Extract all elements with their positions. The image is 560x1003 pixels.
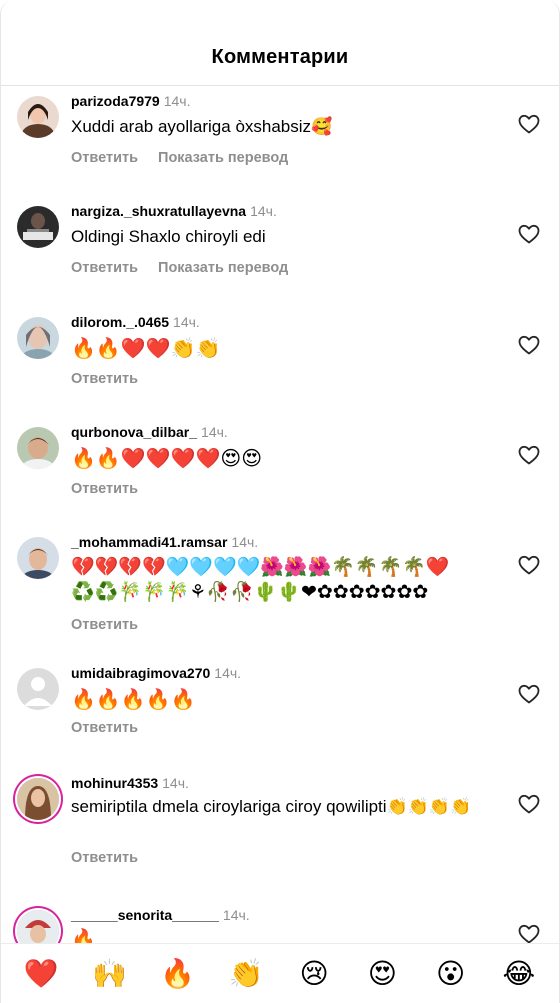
timestamp: 14ч. [163, 93, 191, 109]
reaction-crying[interactable]: 😢 [294, 957, 334, 991]
reply-button[interactable]: Ответить [71, 617, 138, 633]
reaction-heart-eyes[interactable]: 😍 [362, 957, 402, 991]
reply-button[interactable]: Ответить [71, 850, 138, 866]
timestamp: 14ч. [222, 907, 250, 923]
comments-sheet: Комментарии parizoda7979 14ч. Xuddi arab … [0, 0, 560, 1003]
reaction-fire[interactable]: 🔥 [158, 957, 198, 991]
comment-actions: Ответить [71, 720, 158, 736]
like-heart-icon[interactable] [517, 333, 541, 357]
comment-item: parizoda7979 14ч. Xuddi arab ayollariga ò… [1, 92, 559, 192]
timestamp: 14ч. [214, 665, 242, 681]
sheet-header: Комментарии [1, 0, 559, 86]
comment-text: 💔💔💔💔🩵🩵🩵🩵🌺🌺🌺🌴🌴🌴🌴❤️♻️♻️🎋🎋🎋⚘🥀🥀🌵🌵❤✿✿✿✿✿✿✿ [71, 557, 450, 603]
comment-text: 🔥🔥🔥🔥🔥 [71, 689, 196, 711]
comment-actions: Ответить [71, 481, 158, 497]
avatar[interactable] [17, 317, 59, 359]
comment-item: dilorom._.0465 14ч. 🔥🔥❤️❤️👏👏 Ответить [1, 313, 559, 403]
comment-item: ______senorita______ 14ч. 🔥 [1, 906, 559, 943]
comment-item: nargiza._shuxratullayevna 14ч. Oldingi Sh… [1, 202, 559, 302]
like-heart-icon[interactable] [517, 792, 541, 816]
comment-item: _mohammadi41.ramsar 14ч. 💔💔💔💔🩵🩵🩵🩵🌺🌺🌺🌴🌴🌴🌴❤… [1, 533, 559, 653]
show-translation-button[interactable]: Показать перевод [158, 260, 288, 276]
reply-button[interactable]: Ответить [71, 481, 138, 497]
username[interactable]: parizoda7979 [71, 93, 160, 109]
timestamp: 14ч. [250, 203, 277, 219]
like-heart-icon[interactable] [517, 222, 541, 246]
quick-reactions-bar: ❤️ 🙌 🔥 👏 😢 😍 😮 😂 [1, 943, 559, 1003]
reaction-raised-hands[interactable]: 🙌 [89, 957, 129, 991]
like-heart-icon[interactable] [517, 553, 541, 577]
username[interactable]: mohinur4353 [71, 775, 158, 791]
comment-meta: dilorom._.0465 14ч. [71, 313, 200, 331]
username[interactable]: qurbonova_dilbar_ [71, 424, 197, 440]
username[interactable]: umidaibragimova270 [71, 665, 210, 681]
timestamp: 14ч. [173, 314, 200, 330]
page-title: Комментарии [211, 46, 349, 68]
comment-text: 🔥🔥❤️❤️❤️❤️😍😍 [71, 448, 263, 470]
comment-meta: nargiza._shuxratullayevna 14ч. [71, 202, 277, 220]
comment-text: Xuddi arab ayollariga òxshabsiz🥰 [71, 117, 333, 136]
avatar[interactable] [17, 537, 59, 579]
comment-text: 🔥🔥❤️❤️👏👏 [71, 338, 221, 360]
reaction-heart[interactable]: ❤️ [21, 957, 61, 991]
comment-actions: Ответить Показать перевод [71, 150, 308, 166]
reply-button[interactable]: Ответить [71, 260, 138, 276]
avatar[interactable] [17, 427, 59, 469]
timestamp: 14ч. [231, 534, 259, 550]
like-heart-icon[interactable] [517, 922, 541, 943]
like-heart-icon[interactable] [517, 112, 541, 136]
reply-button[interactable]: Ответить [71, 371, 138, 387]
comment-item: mohinur4353 14ч. semiriptila dmela ciroyl… [1, 774, 559, 894]
comment-meta: qurbonova_dilbar_ 14ч. [71, 423, 228, 441]
comment-item: qurbonova_dilbar_ 14ч. 🔥🔥❤️❤️❤️❤️😍😍 Ответ… [1, 423, 559, 513]
reaction-clap[interactable]: 👏 [226, 957, 266, 991]
comment-actions: Ответить [71, 617, 158, 633]
comment-meta: _mohammadi41.ramsar 14ч. [71, 533, 258, 551]
avatar[interactable] [17, 668, 59, 710]
reply-button[interactable]: Ответить [71, 720, 138, 736]
avatar[interactable] [17, 778, 59, 820]
timestamp: 14ч. [162, 775, 189, 791]
comment-meta: umidaibragimova270 14ч. [71, 664, 241, 682]
username[interactable]: _mohammadi41.ramsar [71, 534, 227, 550]
comment-meta: mohinur4353 14ч. [71, 774, 189, 792]
username[interactable]: ______senorita______ [71, 907, 219, 923]
username[interactable]: nargiza._shuxratullayevna [71, 203, 246, 219]
reaction-surprised[interactable]: 😮 [431, 957, 471, 991]
comment-meta: ______senorita______ 14ч. [71, 906, 250, 924]
comment-item: umidaibragimova270 14ч. 🔥🔥🔥🔥🔥 Ответить [1, 664, 559, 754]
comment-meta: parizoda7979 14ч. [71, 92, 190, 110]
comment-text: semiriptila dmela ciroylariga ciroy qowi… [71, 797, 472, 816]
comment-text: 🔥 [71, 929, 96, 943]
reaction-laughing[interactable]: 😂 [499, 957, 539, 991]
comment-text: Oldingi Shaxlo chiroyli edi [71, 227, 266, 246]
username[interactable]: dilorom._.0465 [71, 314, 169, 330]
avatar[interactable] [17, 96, 59, 138]
comment-actions: Ответить [71, 850, 158, 866]
comment-actions: Ответить [71, 371, 158, 387]
comment-actions: Ответить Показать перевод [71, 260, 308, 276]
like-heart-icon[interactable] [517, 682, 541, 706]
avatar[interactable] [17, 910, 59, 943]
comments-list[interactable]: parizoda7979 14ч. Xuddi arab ayollariga ò… [1, 86, 559, 943]
like-heart-icon[interactable] [517, 443, 541, 467]
timestamp: 14ч. [201, 424, 228, 440]
avatar[interactable] [17, 206, 59, 248]
reply-button[interactable]: Ответить [71, 150, 138, 166]
show-translation-button[interactable]: Показать перевод [158, 150, 288, 166]
